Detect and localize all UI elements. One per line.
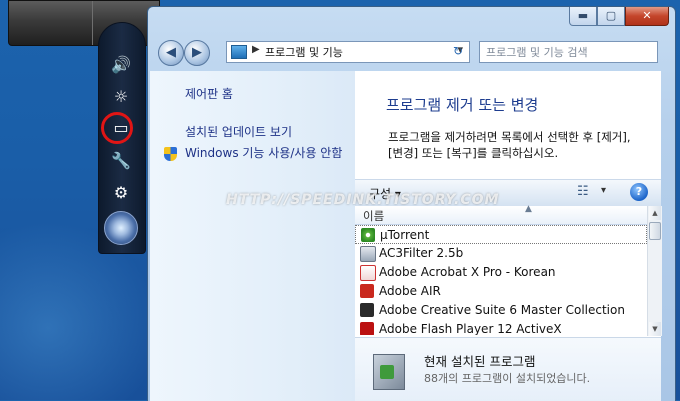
window-controls: ▬ ▢ ✕	[569, 7, 669, 27]
watermark: HTTP://SPEEDINK.TISTORY.COM	[226, 192, 500, 208]
adobe-air-icon	[360, 284, 374, 298]
ac3filter-icon	[360, 246, 376, 262]
brightness-icon[interactable]: ☼	[110, 86, 132, 108]
view-dropdown-icon[interactable]: ▾	[601, 185, 606, 196]
gear-icon[interactable]: ⚙	[110, 182, 132, 204]
program-list: µTorrent AC3Filter 2.5b Adobe Acrobat X …	[355, 225, 647, 335]
program-name: Adobe AIR	[379, 284, 441, 298]
volume-icon[interactable]: 🔊	[110, 54, 132, 76]
acrobat-icon	[360, 265, 376, 281]
highlight-ring	[101, 112, 133, 144]
program-name: Adobe Acrobat X Pro - Korean	[379, 265, 556, 279]
view-icon[interactable]: ☷	[577, 184, 589, 199]
maximize-button[interactable]: ▢	[597, 7, 625, 26]
list-item[interactable]: Adobe Creative Suite 6 Master Collection	[355, 301, 647, 320]
list-item[interactable]: Adobe AIR	[355, 282, 647, 301]
program-name: AC3Filter 2.5b	[379, 246, 464, 260]
search-input[interactable]: 프로그램 및 기능 검색	[479, 41, 658, 63]
minimize-button[interactable]: ▬	[569, 7, 597, 26]
flash-player-icon	[360, 322, 374, 335]
control-panel-icon	[231, 45, 247, 59]
column-label: 이름	[363, 209, 385, 223]
forward-button[interactable]: ▶	[184, 40, 210, 66]
scroll-up-icon[interactable]: ▲	[649, 206, 661, 220]
back-button[interactable]: ◀	[158, 40, 184, 66]
list-item[interactable]: AC3Filter 2.5b	[355, 244, 647, 263]
wrench-icon[interactable]: 🔧	[110, 150, 132, 172]
installed-programs-icon	[373, 354, 405, 390]
installed-updates-link[interactable]: 설치된 업데이트 보기	[185, 123, 292, 140]
bar-divider	[92, 1, 93, 45]
scroll-down-icon[interactable]: ▼	[649, 322, 661, 336]
program-name: µTorrent	[380, 228, 430, 242]
list-item[interactable]: µTorrent	[355, 225, 647, 244]
help-icon[interactable]: ?	[630, 183, 648, 201]
disc-icon[interactable]	[104, 211, 138, 245]
page-description: 프로그램을 제거하려면 목록에서 선택한 후 [제거], [변경] 또는 [복구…	[388, 130, 631, 160]
main-pane: 프로그램 제거 또는 변경 프로그램을 제거하려면 목록에서 선택한 후 [제거…	[355, 71, 662, 401]
close-button[interactable]: ✕	[625, 7, 669, 26]
list-item[interactable]: Adobe Acrobat X Pro - Korean	[355, 263, 647, 282]
control-panel-home-link[interactable]: 제어판 홈	[185, 85, 233, 102]
breadcrumb[interactable]: 프로그램 및 기능	[265, 44, 343, 60]
windows-features-link[interactable]: Windows 기능 사용/사용 안함	[185, 145, 345, 161]
address-bar[interactable]: ▶ 프로그램 및 기능 ▾	[226, 41, 470, 63]
refresh-icon[interactable]: ↻	[448, 41, 468, 61]
details-count: 88개의 프로그램이 설치되었습니다.	[424, 372, 591, 385]
details-pane: 현재 설치된 프로그램 88개의 프로그램이 설치되었습니다.	[355, 337, 661, 401]
breadcrumb-chevron-icon[interactable]: ▶	[252, 44, 260, 55]
details-title: 현재 설치된 프로그램	[424, 354, 536, 369]
vertical-scrollbar[interactable]: ▲ ▼	[647, 206, 662, 336]
uac-shield-icon	[164, 147, 177, 161]
page-title: 프로그램 제거 또는 변경	[386, 96, 539, 114]
program-name: Adobe Flash Player 12 ActiveX	[379, 322, 562, 335]
column-header-name[interactable]: 이름 ▲	[355, 204, 647, 225]
scroll-thumb[interactable]	[649, 222, 661, 240]
utorrent-icon	[361, 228, 375, 242]
search-placeholder: 프로그램 및 기능 검색	[486, 46, 588, 59]
sort-ascending-icon: ▲	[525, 204, 532, 214]
adobe-cs6-icon	[360, 303, 374, 317]
task-pane: 제어판 홈 설치된 업데이트 보기 Windows 기능 사용/사용 안함	[150, 71, 355, 401]
program-name: Adobe Creative Suite 6 Master Collection	[379, 303, 625, 317]
list-item[interactable]: Adobe Flash Player 12 ActiveX	[355, 320, 647, 335]
